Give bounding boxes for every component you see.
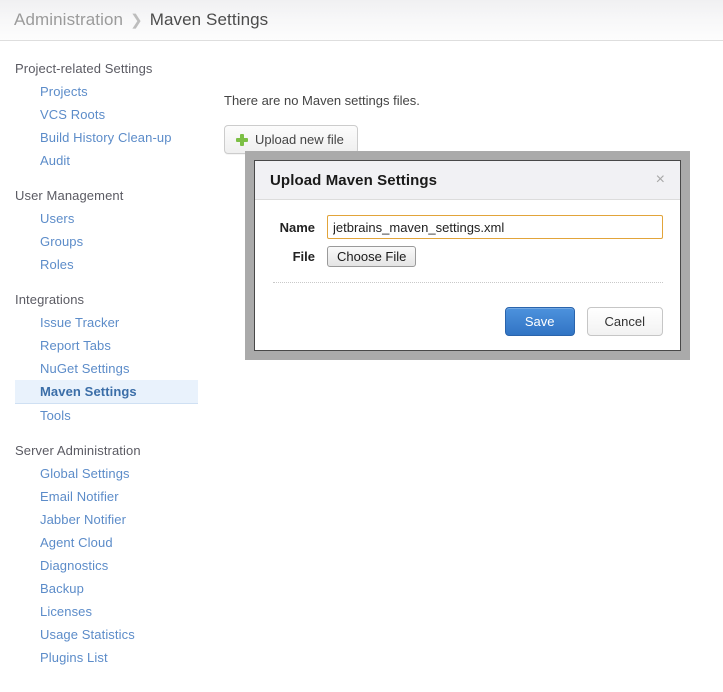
app-header: Administration ❯ Maven Settings [0, 0, 723, 41]
sidebar-item-agent-cloud[interactable]: Agent Cloud [0, 531, 198, 554]
nav-group: Project-related Settings Projects VCS Root… [0, 57, 208, 172]
sidebar-item-build-history-clean-up[interactable]: Build History Clean-up [0, 126, 198, 149]
sidebar-item-groups[interactable]: Groups [0, 230, 198, 253]
sidebar-item-global-settings[interactable]: Global Settings [0, 462, 198, 485]
page-title: Maven Settings [149, 10, 269, 29]
sidebar-item-email-notifier[interactable]: Email Notifier [0, 485, 198, 508]
empty-state-message: There are no Maven settings files. [224, 93, 420, 108]
name-label: Name [279, 219, 315, 235]
page-body: Project-related Settings Projects VCS Root… [0, 41, 723, 681]
dialog-footer: Save Cancel [255, 295, 680, 350]
sidebar-item-diagnostics[interactable]: Diagnostics [0, 554, 198, 577]
sidebar-item-nuget-settings[interactable]: NuGet Settings [0, 357, 198, 380]
sidebar-item-plugins-list[interactable]: Plugins List [0, 646, 198, 669]
upload-new-file-button[interactable]: Upload new file [224, 125, 358, 154]
close-icon[interactable]: × [653, 170, 668, 190]
save-button[interactable]: Save [504, 307, 575, 336]
upload-maven-settings-dialog: Upload Maven Settings × Name File Choose… [254, 160, 681, 351]
sidebar-item-tools[interactable]: Tools [0, 404, 198, 427]
nav-group-title: Project-related Settings [15, 61, 153, 76]
name-form-row: Name [273, 215, 663, 239]
sidebar-item-jabber-notifier[interactable]: Jabber Notifier [0, 508, 198, 531]
sidebar-item-users[interactable]: Users [0, 207, 198, 230]
sidebar-item-projects[interactable]: Projects [0, 80, 198, 103]
sidebar-navigation: Project-related Settings Projects VCS Root… [0, 41, 208, 681]
plus-icon [236, 133, 248, 146]
file-form-row: File Choose File [273, 246, 663, 267]
sidebar-item-issue-tracker[interactable]: Issue Tracker [0, 311, 198, 334]
name-input[interactable] [327, 215, 663, 239]
upload-new-file-label: Upload new file [255, 132, 344, 147]
sidebar-item-roles[interactable]: Roles [0, 253, 198, 276]
breadcrumb-separator-icon: ❯ [130, 12, 143, 29]
nav-group: Server Administration Global Settings Emai… [0, 439, 208, 669]
sidebar-item-report-tabs[interactable]: Report Tabs [0, 334, 198, 357]
sidebar-item-maven-settings[interactable]: Maven Settings [15, 380, 198, 404]
cancel-button[interactable]: Cancel [586, 307, 663, 336]
choose-file-button[interactable]: Choose File [327, 246, 417, 267]
breadcrumb-link-administration[interactable]: Administration [14, 10, 123, 30]
nav-group-title: User Management [15, 188, 124, 203]
dialog-separator [273, 282, 663, 283]
main-content: There are no Maven settings files. Uploa… [208, 41, 723, 154]
sidebar-item-licenses[interactable]: Licenses [0, 600, 198, 623]
nav-group: Integrations Issue Tracker Report Tabs NuGe… [0, 288, 208, 427]
sidebar-item-usage-statistics[interactable]: Usage Statistics [0, 623, 198, 646]
dialog-header: Upload Maven Settings × [255, 161, 680, 200]
dialog-title: Upload Maven Settings [270, 171, 438, 189]
sidebar-item-audit[interactable]: Audit [0, 149, 198, 172]
nav-group: User Management Users Groups Roles [0, 184, 208, 276]
nav-group-title: Integrations [15, 292, 85, 307]
upload-maven-settings-dialog-frame: Upload Maven Settings × Name File Choose… [245, 151, 690, 360]
nav-group-title: Server Administration [15, 443, 141, 458]
sidebar-item-backup[interactable]: Backup [0, 577, 198, 600]
file-label: File [292, 249, 315, 264]
dialog-body: Name File Choose File [255, 200, 680, 295]
breadcrumb: Administration ❯ Maven Settings [14, 10, 268, 30]
sidebar-item-vcs-roots[interactable]: VCS Roots [0, 103, 198, 126]
